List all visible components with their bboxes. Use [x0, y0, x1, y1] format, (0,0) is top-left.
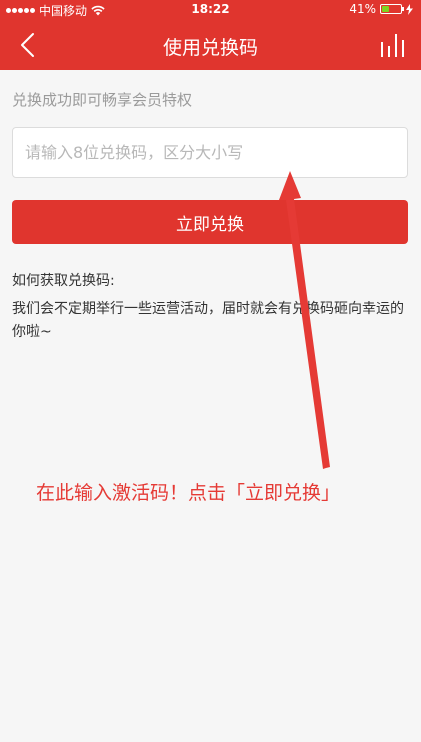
battery-icon [380, 4, 404, 14]
annotation-arrow-icon [279, 171, 330, 469]
how-to-get-body: 我们会不定期举行一些运营活动，届时就会有兑换码砸向幸运的你啦~ [12, 301, 404, 340]
redeem-hint: 兑换成功即可畅享会员特权 [12, 91, 193, 109]
redeem-code-input[interactable] [12, 127, 408, 178]
status-bar: 中国移动 18:22 41% [0, 0, 421, 20]
battery-fill [382, 6, 389, 12]
bar-stats-icon[interactable] [379, 32, 407, 58]
charging-icon [406, 3, 413, 15]
how-to-get-title: 如何获取兑换码: [12, 273, 115, 289]
page-title: 使用兑换码 [162, 37, 258, 59]
redeem-code-screen: 中国移动 18:22 41% 使用兑换码 兑换成功即可畅享会员特权 请输入8位兑… [0, 0, 421, 742]
redeem-now-button[interactable]: 立即兑换 [12, 200, 408, 244]
annotation-text: 在此输入激活码！点击「立即兑换」 [36, 482, 341, 504]
status-right: 41% [349, 2, 413, 16]
navigation-bar: 使用兑换码 [0, 20, 421, 70]
battery-percent: 41% [349, 2, 376, 16]
